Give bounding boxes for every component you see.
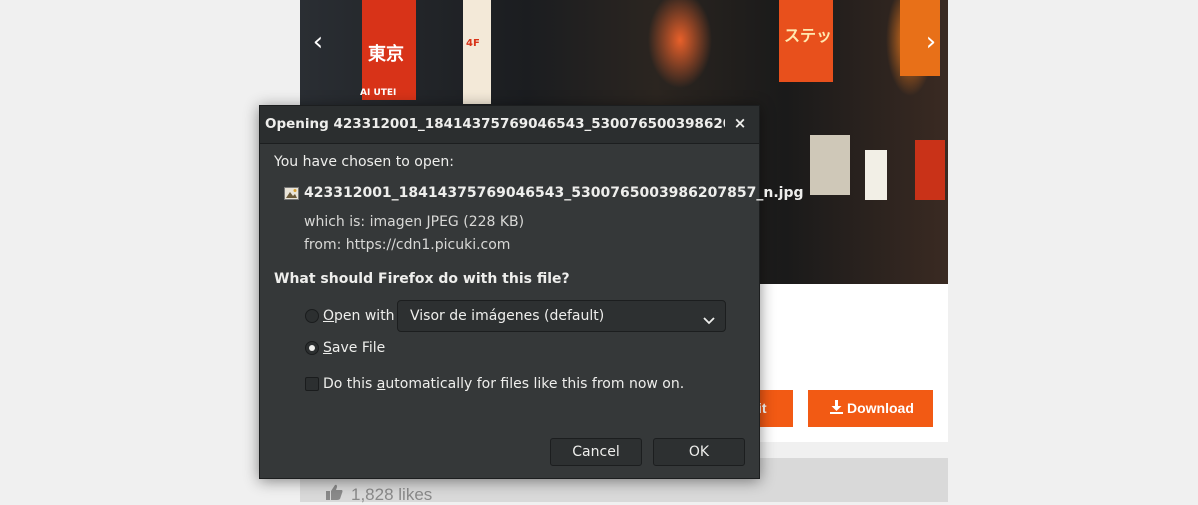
open-with-label[interactable]: Open with: [323, 308, 395, 324]
auto-checkbox-label[interactable]: Do this automatically for files like thi…: [323, 376, 684, 392]
chosen-to-open-label: You have chosen to open:: [274, 154, 454, 170]
download-button[interactable]: Download: [808, 390, 933, 427]
photo-sign-text: 東京: [368, 44, 404, 65]
photo-sign-text: ステッ: [784, 26, 833, 45]
save-file-label[interactable]: Save File: [323, 340, 385, 356]
file-type-label: which is: imagen JPEG (228 KB): [304, 214, 525, 230]
chevron-down-icon: [703, 311, 715, 325]
auto-post: utomatically for files like this from no…: [385, 376, 685, 392]
save-file-radio[interactable]: [305, 341, 319, 355]
auto-checkbox[interactable]: [305, 377, 319, 391]
prev-photo-button[interactable]: ‹: [304, 28, 332, 56]
photo-sign-text: 4F: [466, 38, 480, 49]
dialog-titlebar[interactable]: Opening 423312001_18414375769046543_5300…: [260, 106, 759, 144]
open-with-rest: pen with: [334, 308, 395, 324]
close-icon[interactable]: ×: [731, 114, 749, 132]
cancel-button[interactable]: Cancel: [550, 438, 642, 466]
neon-sign-bottom: [810, 135, 850, 195]
neon-sign-red-small: [915, 140, 945, 200]
open-with-select[interactable]: Visor de imágenes (default): [397, 300, 726, 332]
photo-sign-text: AI UTEI: [360, 88, 397, 98]
neon-sign-vertical: [463, 0, 491, 104]
save-file-mnemonic: S: [323, 340, 332, 356]
next-photo-button[interactable]: ›: [917, 28, 945, 56]
save-file-rest: ave File: [331, 340, 386, 356]
download-dialog: Opening 423312001_18414375769046543_5300…: [259, 105, 803, 479]
neon-sign-lantern: [865, 150, 887, 200]
open-with-mnemonic: O: [323, 308, 335, 324]
filename-label: 423312001_18414375769046543_530076500398…: [304, 185, 804, 201]
dialog-title: Opening 423312001_18414375769046543_5300…: [265, 116, 725, 132]
file-source-label: from: https://cdn1.picuki.com: [304, 237, 511, 253]
open-with-app: Visor de imágenes (default): [410, 308, 605, 324]
image-file-icon: [284, 185, 299, 200]
download-icon: [830, 391, 843, 428]
action-question: What should Firefox do with this file?: [274, 271, 570, 287]
auto-pre: Do this: [323, 376, 377, 392]
ok-button[interactable]: OK: [653, 438, 745, 466]
open-with-radio[interactable]: [305, 309, 319, 323]
download-button-label: Download: [847, 400, 914, 416]
